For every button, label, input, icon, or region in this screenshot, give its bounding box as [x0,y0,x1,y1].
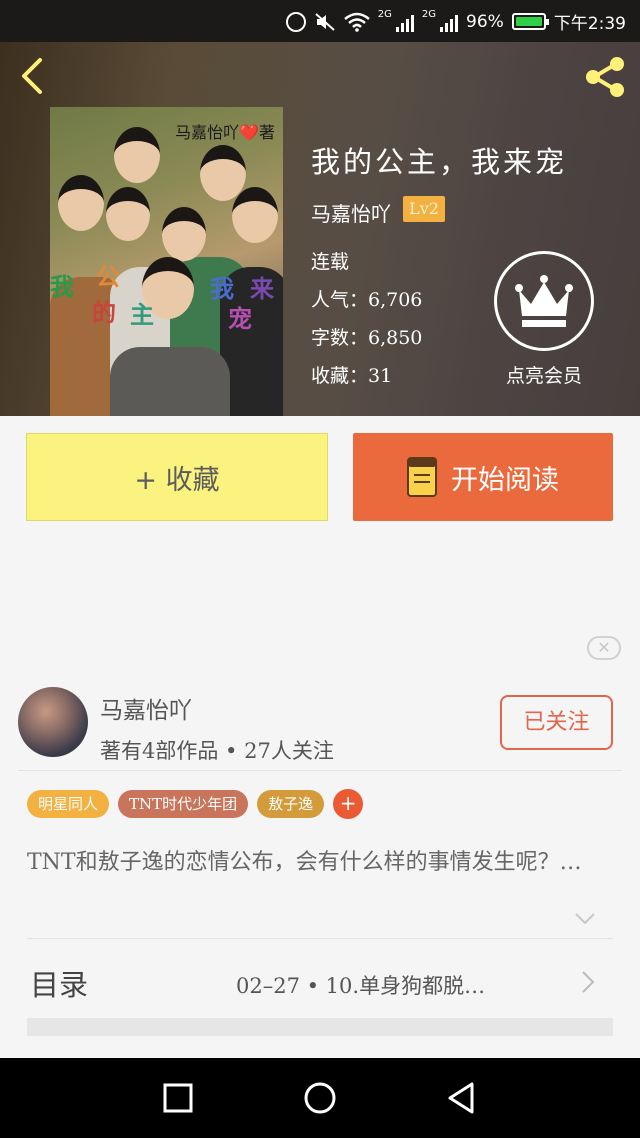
book-title: 我的公主，我来宠 [311,145,568,179]
recent-apps-icon[interactable] [158,1080,198,1116]
tag-item[interactable]: TNT时代少年团 [118,790,249,818]
author-avatar[interactable] [18,687,88,757]
data-saver-icon [285,11,306,32]
vip-button[interactable]: 点亮会员 [494,251,594,388]
follow-button[interactable]: 已关注 [500,695,613,750]
tag-list: 明星同人 TNT时代少年团 敖子逸 + [27,789,364,819]
book-icon [407,457,437,497]
section-separator [27,1018,613,1036]
tag-item[interactable]: 敖子逸 [257,790,325,818]
favorites-count: 收藏：31 [311,365,393,387]
author-stats: 著有4部作品 • 27人关注 [100,739,334,763]
book-description: TNT和敖子逸的恋情公布，会有什么样的事情发生呢？… [27,850,582,875]
home-icon[interactable] [300,1080,340,1116]
book-header: 马嘉怡吖❤️著 我 的 公 主 我 来 宠 我的公主，我来宠 马嘉怡吖 Lv2 … [0,42,640,416]
crown-icon [494,251,594,351]
cover-title-char: 公 [96,262,120,291]
cover-title-char: 来 [250,274,274,303]
author-name[interactable]: 马嘉怡吖 [100,691,192,725]
start-reading-label: 开始阅读 [451,464,559,496]
divider [18,770,622,771]
collect-button[interactable]: + 收藏 [26,433,328,521]
start-reading-button[interactable]: 开始阅读 [353,433,613,521]
toc-label[interactable]: 目录 [30,962,88,1004]
chevron-down-icon[interactable] [574,912,596,926]
status-bar: 2G 2G 96% 下午2:39 [0,0,640,42]
wifi-icon [343,12,370,32]
book-cover[interactable]: 马嘉怡吖❤️著 我 的 公 主 我 来 宠 [50,107,283,416]
battery-icon [511,13,549,30]
collect-label: + 收藏 [134,464,220,496]
latest-chapter[interactable]: 02–27 • 10.单身狗都脱… [236,970,485,1000]
back-button[interactable] [16,56,56,96]
book-author[interactable]: 马嘉怡吖 [311,198,391,227]
cover-author-tag: 马嘉怡吖❤️著 [175,123,275,142]
back-nav-icon[interactable] [442,1080,482,1116]
share-button[interactable] [582,54,628,100]
level-badge: Lv2 [403,196,445,222]
close-button[interactable]: ✕ [587,636,621,660]
add-tag-button[interactable]: + [333,789,364,819]
cover-title-char: 的 [92,298,116,327]
mute-icon [315,12,335,31]
tag-item[interactable]: 明星同人 [27,790,110,818]
book-detail-page: 2G 2G 96% 下午2:39 马嘉怡吖❤️著 我 的 公 主 我 来 宠 我… [0,0,640,1138]
cover-title-char: 我 [50,272,74,301]
divider [27,938,613,939]
cover-title-char: 宠 [228,304,252,333]
chevron-right-icon[interactable] [580,970,596,994]
vip-label: 点亮会员 [505,365,582,387]
navigation-bar [0,1058,640,1138]
network-type: 2G [377,9,392,20]
network-type-2: 2G [421,9,437,20]
signal-icon-2 [440,12,459,32]
cover-title-char: 主 [130,300,154,329]
popularity: 人气：6,706 [311,289,423,311]
battery-percent: 96% [466,11,504,32]
word-count: 字数：6,850 [311,327,423,349]
serial-status: 连载 [311,251,350,273]
clock: 下午2:39 [553,14,626,34]
signal-icon [395,12,414,32]
